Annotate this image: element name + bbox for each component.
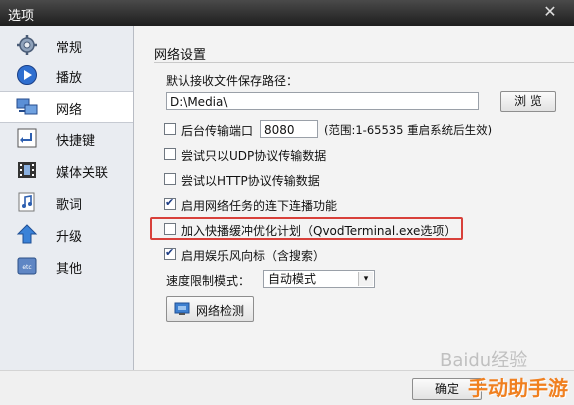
section-divider	[154, 62, 574, 63]
shortcut-icon	[17, 128, 37, 148]
sidebar-item-network[interactable]: 网络	[0, 91, 133, 123]
sidebar-item-label: 网络	[56, 103, 83, 118]
wind-vane-checkbox[interactable]	[164, 246, 176, 260]
options-window: 选项 ✕ 常规 播放 网络 快捷键 媒体关联 歌词 升级 etc 其他 网络设置…	[0, 0, 574, 405]
background-port-label: 后台传输端口	[181, 124, 254, 138]
http-label: 尝试以HTTP协议传输数据	[181, 174, 320, 188]
gear-icon	[17, 35, 37, 55]
network-detect-button[interactable]: 网络检测	[166, 296, 254, 322]
speed-mode-select[interactable]: 自动模式 ▾	[263, 270, 375, 288]
monitor-icon	[174, 302, 190, 315]
background-port-checkbox[interactable]	[164, 123, 176, 135]
up-arrow-icon	[16, 224, 38, 244]
speed-mode-value: 自动模式	[268, 272, 317, 286]
sidebar-item-label: 媒体关联	[56, 166, 109, 181]
resume-label: 启用网络任务的连下连播功能	[181, 199, 338, 213]
network-settings-panel: 网络设置 默认接收文件保存路径： D:\Media\ 浏 览 后台传输端口 80…	[134, 26, 574, 370]
sidebar-item-label: 常规	[56, 41, 83, 56]
sidebar-item-label: 其他	[56, 262, 83, 277]
svg-text:etc: etc	[22, 264, 31, 271]
chevron-down-icon: ▾	[358, 272, 373, 286]
sidebar-item-label: 播放	[56, 71, 83, 86]
title-bar: 选项 ✕	[0, 0, 574, 26]
port-range-note: (范围:1-65535 重启系统后生效)	[324, 123, 493, 137]
sidebar-item-label: 快捷键	[56, 134, 96, 149]
udp-label: 尝试只以UDP协议传输数据	[181, 149, 327, 163]
save-path-label: 默认接收文件保存路径：	[166, 74, 299, 88]
sidebar-item-lyrics[interactable]: 歌词	[0, 187, 133, 217]
sidebar-item-label: 升级	[56, 230, 83, 245]
browse-button[interactable]: 浏 览	[500, 91, 556, 112]
save-path-input[interactable]: D:\Media\	[166, 92, 479, 110]
sidebar-item-other[interactable]: etc 其他	[0, 251, 133, 281]
port-input[interactable]: 8080	[260, 120, 318, 138]
sidebar-item-label: 歌词	[56, 198, 83, 213]
sidebar-item-upgrade[interactable]: 升级	[0, 219, 133, 249]
watermark-text: Baidu经验	[440, 350, 528, 371]
close-icon[interactable]: ✕	[540, 2, 560, 22]
udp-checkbox[interactable]	[164, 148, 176, 160]
network-detect-label: 网络检测	[196, 304, 245, 318]
http-checkbox[interactable]	[164, 173, 176, 185]
resume-checkbox[interactable]	[164, 196, 176, 210]
highlight-frame	[150, 217, 463, 240]
sidebar-item-shortcut[interactable]: 快捷键	[0, 123, 133, 153]
sidebar-item-playback[interactable]: 播放	[0, 60, 133, 90]
sidebar-item-media[interactable]: 媒体关联	[0, 155, 133, 185]
sidebar-item-general[interactable]: 常规	[0, 30, 133, 60]
window-title: 选项	[8, 9, 35, 24]
wind-vane-label: 启用娱乐风向标（含搜索）	[181, 249, 326, 263]
other-icon: etc	[17, 257, 37, 275]
film-icon	[18, 162, 36, 178]
music-note-icon	[18, 192, 35, 212]
sidebar: 常规 播放 网络 快捷键 媒体关联 歌词 升级 etc 其他	[0, 26, 134, 370]
speed-limit-label: 速度限制模式：	[166, 274, 251, 288]
play-icon	[17, 65, 37, 85]
network-icon	[16, 98, 38, 115]
watermark-brand: 手动助手游	[468, 376, 568, 400]
section-title: 网络设置	[154, 48, 207, 63]
